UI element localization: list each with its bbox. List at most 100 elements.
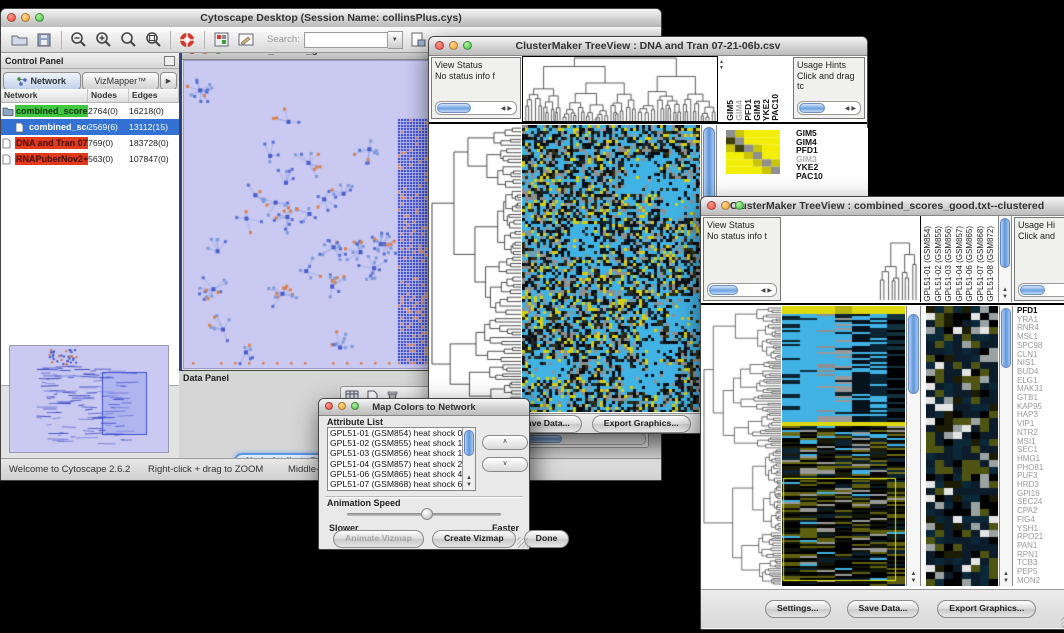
- slider-thumb[interactable]: [421, 508, 433, 520]
- annotation-icon[interactable]: [236, 30, 256, 50]
- close-button[interactable]: [325, 402, 333, 410]
- column-header[interactable]: Network: [1, 89, 88, 102]
- network-tree-row[interactable]: combined_scores2764(0)16218(0): [1, 103, 179, 119]
- scrollbar-thumb[interactable]: [1000, 218, 1010, 268]
- zoom-button[interactable]: [35, 13, 44, 22]
- zoom-out-icon[interactable]: [68, 30, 88, 50]
- scroll-right-icon[interactable]: ▶: [507, 106, 514, 112]
- action-button[interactable]: Save Data...: [847, 600, 920, 618]
- zoom-heatmap-canvas[interactable]: [926, 306, 998, 586]
- column-label[interactable]: GPL51-01 (GSM854): [923, 226, 934, 302]
- zoom-fit-icon[interactable]: [118, 30, 138, 50]
- tab-vizmapper[interactable]: VizMapper™: [82, 72, 160, 90]
- scroll-up-icon[interactable]: ▲: [466, 475, 472, 481]
- mini-hscrollbar[interactable]: ◀▶: [435, 101, 517, 115]
- treeview2-titlebar[interactable]: ClusterMaker TreeView : combined_scores_…: [701, 197, 1064, 216]
- scroll-down-icon[interactable]: ▼: [1003, 578, 1009, 584]
- scroll-down-icon[interactable]: ▼: [466, 482, 472, 488]
- search-dropdown-arrow[interactable]: ▼: [388, 31, 403, 49]
- done-button[interactable]: Done: [524, 530, 570, 548]
- birdseye-view-canvas[interactable]: [9, 345, 169, 453]
- attribute-list-item[interactable]: GPL51-06 (GSM865) heat shock 40 min: [328, 469, 475, 479]
- plugin-manager-icon[interactable]: [211, 30, 231, 50]
- global-matrix-canvas[interactable]: [726, 130, 780, 174]
- tab-network[interactable]: Network: [3, 72, 81, 90]
- action-button[interactable]: Export Graphics...: [592, 415, 691, 433]
- row-dendrogram-canvas[interactable]: [703, 306, 781, 586]
- animate-vizmap-button[interactable]: Animate Vizmap: [333, 530, 424, 548]
- column-label[interactable]: PAC10: [771, 94, 780, 121]
- column-labels-vscrollbar[interactable]: ▲▼: [998, 216, 1012, 302]
- column-label[interactable]: GPL51-04 (GSM857): [955, 226, 966, 302]
- action-button[interactable]: Export Graphics...: [937, 600, 1036, 618]
- heatmap-vscrollbar[interactable]: ▲▼: [906, 306, 921, 586]
- move-down-button[interactable]: ∨: [482, 457, 528, 472]
- attribute-list-item[interactable]: GPL51-04 (GSM857) heat shock 20 min: [328, 459, 475, 469]
- attribute-list-item[interactable]: GPL51-02 (GSM855) heat shock 10 min: [328, 438, 475, 448]
- search-input[interactable]: [304, 32, 388, 48]
- main-titlebar[interactable]: Cytoscape Desktop (Session Name: collins…: [1, 9, 661, 28]
- scrollbar-thumb[interactable]: [799, 103, 825, 113]
- network-table-header[interactable]: NetworkNodesEdges: [1, 89, 179, 103]
- attribute-list-vscrollbar[interactable]: ▲▼: [462, 428, 475, 490]
- label-scroll-arrows[interactable]: ▲▼: [719, 59, 724, 71]
- column-dendrogram-canvas[interactable]: [782, 216, 921, 302]
- scrollbar-thumb[interactable]: [437, 103, 471, 113]
- zoom-button[interactable]: [214, 53, 222, 54]
- zoom-button[interactable]: [735, 201, 744, 210]
- mini-hscrollbar[interactable]: ◀▶: [707, 283, 777, 297]
- attribute-list-item[interactable]: GPL51-07 (GSM868) heat shock 60 min: [328, 479, 475, 489]
- row-label[interactable]: MON2: [1017, 577, 1064, 586]
- scrollbar-thumb[interactable]: [1020, 285, 1045, 295]
- close-button[interactable]: [7, 13, 16, 22]
- mini-hscrollbar[interactable]: ◀▶: [797, 101, 861, 115]
- open-file-icon[interactable]: [9, 30, 29, 50]
- column-label[interactable]: GPL51-02 (GSM855): [934, 226, 945, 302]
- float-panel-icon[interactable]: [164, 56, 175, 66]
- resize-grip[interactable]: [517, 537, 528, 548]
- help-lifering-icon[interactable]: [177, 30, 197, 50]
- row-label[interactable]: PAC10: [796, 172, 868, 181]
- create-vizmap-button[interactable]: Create Vizmap: [432, 530, 516, 548]
- scrollbar-thumb[interactable]: [709, 285, 738, 295]
- minimize-button[interactable]: [21, 13, 30, 22]
- minimize-button[interactable]: [449, 41, 458, 50]
- export-network-icon[interactable]: [409, 30, 429, 50]
- tab-overflow-arrow[interactable]: ▶: [160, 72, 177, 90]
- zoom-selected-icon[interactable]: [143, 30, 163, 50]
- animation-speed-slider[interactable]: [347, 513, 501, 516]
- scroll-up-icon[interactable]: ▲: [1003, 571, 1009, 577]
- close-button[interactable]: [188, 53, 196, 54]
- zoom-in-icon[interactable]: [93, 30, 113, 50]
- network-canvas[interactable]: [184, 61, 434, 368]
- network-tree-row[interactable]: combined_sco2569(6)13112(15): [1, 119, 179, 135]
- zoom-button[interactable]: [351, 402, 359, 410]
- scroll-right-icon[interactable]: ▶: [767, 288, 774, 294]
- minimize-button[interactable]: [338, 402, 346, 410]
- attribute-list-item[interactable]: GPL51-03 (GSM856) heat shock 15 min: [328, 448, 475, 458]
- mini-hscrollbar[interactable]: [1018, 283, 1064, 297]
- scroll-up-icon[interactable]: ▲: [1002, 287, 1008, 293]
- row-dendrogram-canvas[interactable]: [431, 125, 521, 412]
- close-button[interactable]: [707, 201, 716, 210]
- scroll-right-icon[interactable]: ▶: [851, 106, 858, 112]
- close-button[interactable]: [435, 41, 444, 50]
- column-label[interactable]: GPL51-08 (GSM872): [986, 226, 997, 302]
- network-tree-row[interactable]: DNA and Tran 07769(0)183728(0): [1, 135, 179, 151]
- column-header[interactable]: Edges: [129, 89, 179, 102]
- scroll-up-icon[interactable]: ▲: [911, 571, 917, 577]
- column-dendrogram-canvas[interactable]: [522, 56, 718, 122]
- move-up-button[interactable]: ∧: [482, 435, 528, 450]
- scrollbar-thumb[interactable]: [464, 430, 474, 456]
- column-label[interactable]: GPL51-06 (GSM865): [965, 226, 976, 302]
- scroll-down-icon[interactable]: ▼: [1002, 294, 1008, 300]
- column-label[interactable]: GPL51-03 (GSM856): [944, 226, 955, 302]
- zoom-vscrollbar[interactable]: ▲▼: [999, 306, 1013, 586]
- heatmap-canvas[interactable]: [522, 125, 700, 412]
- network-view-titlebar[interactable]: combined_scores_good.txt--cluste...: [182, 53, 434, 60]
- scroll-down-icon[interactable]: ▼: [911, 578, 917, 584]
- minimize-button[interactable]: [721, 201, 730, 210]
- zoom-button[interactable]: [463, 41, 472, 50]
- minimize-button[interactable]: [201, 53, 209, 54]
- save-icon[interactable]: [34, 30, 54, 50]
